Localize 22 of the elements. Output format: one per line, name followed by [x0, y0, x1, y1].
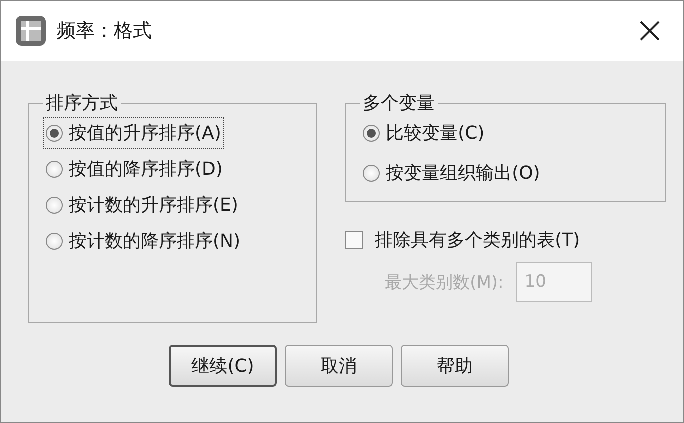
radio-icon: [46, 196, 63, 214]
radio-option[interactable]: 比较变量(C): [360, 117, 488, 149]
radio-option[interactable]: 按变量组织输出(O): [360, 157, 544, 189]
group-title: 排序方式: [45, 92, 119, 115]
field-label: 最大类别数(M):: [385, 272, 504, 294]
group-title: 多个变量: [362, 92, 436, 115]
dialog-button[interactable]: 帮助: [401, 345, 509, 387]
checkbox-label: 排除具有多个类别的表(T): [375, 229, 580, 252]
radio-icon: [363, 164, 380, 182]
app-icon: [15, 15, 47, 47]
radio-option[interactable]: 按值的降序排序(D): [43, 153, 226, 185]
checkbox[interactable]: [345, 231, 364, 249]
radio-option[interactable]: 按计数的升序排序(E): [43, 189, 242, 221]
radio-option[interactable]: 按计数的降序排序(N): [43, 225, 244, 257]
dialog-button[interactable]: 取消: [285, 345, 393, 387]
window-title: 频率：格式: [57, 19, 153, 44]
radio-icon: [363, 124, 380, 142]
radio-icon: [46, 124, 63, 142]
dialog-button[interactable]: 继续(C): [169, 345, 277, 387]
radio-icon: [46, 232, 63, 250]
radio-icon: [46, 160, 63, 178]
radio-option[interactable]: 按值的升序排序(A): [43, 117, 224, 149]
